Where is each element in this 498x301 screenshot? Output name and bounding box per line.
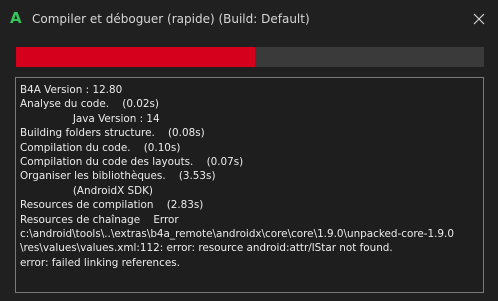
- log-line: Compilation du code des layouts. (0.07s): [20, 156, 244, 169]
- log-line: Resources de chaînage Error: [20, 213, 179, 226]
- log-line: Organiser les bibliothèques. (3.53s): [20, 170, 216, 183]
- log-line: (AndroidX SDK): [20, 184, 153, 197]
- close-icon: [473, 13, 485, 25]
- log-line: Java Version : 14: [20, 112, 160, 125]
- progress-fill: [16, 47, 255, 67]
- window-title: Compiler et déboguer (rapide) (Build: De…: [32, 12, 310, 26]
- title-bar[interactable]: A Compiler et déboguer (rapide) (Build: …: [0, 0, 498, 38]
- progress-bar: [16, 47, 484, 67]
- log-line: Compilation du code. (0.10s): [20, 141, 181, 154]
- compile-dialog-window: A Compiler et déboguer (rapide) (Build: …: [0, 0, 498, 301]
- log-line: Resources de compilation (2.83s): [20, 199, 204, 212]
- log-line: \res\values\values.xml:112: error: resou…: [20, 242, 393, 255]
- b4a-app-icon: A: [10, 9, 22, 27]
- compile-log-output[interactable]: B4A Version : 12.80 Analyse du code. (0.0…: [15, 77, 484, 293]
- close-button[interactable]: [466, 6, 492, 32]
- log-line: c:\android\tools\..\extras\b4a_remote\an…: [20, 228, 454, 241]
- log-line: Analyse du code. (0.02s): [20, 98, 159, 111]
- log-line: error: failed linking references.: [20, 256, 180, 269]
- log-line: B4A Version : 12.80: [20, 84, 123, 96]
- log-line: Building folders structure. (0.08s): [20, 127, 205, 140]
